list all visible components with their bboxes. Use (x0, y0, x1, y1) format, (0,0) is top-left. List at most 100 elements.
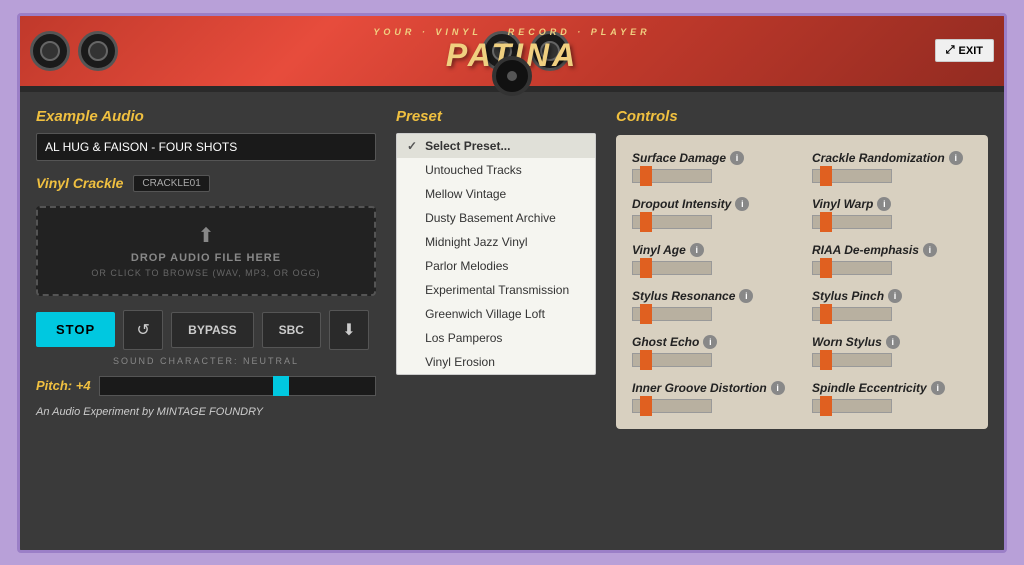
info-icon-0[interactable]: i (730, 151, 744, 165)
upload-icon: ⬆ (198, 223, 215, 248)
main-content: Example Audio AL HUG & FAISON - FOUR SHO… (20, 92, 1004, 550)
control-slider-wrap-2 (632, 215, 792, 229)
left-panel: Example Audio AL HUG & FAISON - FOUR SHO… (36, 108, 376, 534)
preset-item-4[interactable]: ✓Midnight Jazz Vinyl (397, 230, 595, 254)
speaker-1 (30, 31, 70, 71)
stop-button[interactable]: STOP (36, 312, 115, 347)
control-item-3: Vinyl Warp i (812, 197, 972, 229)
control-slider-wrap-8 (632, 353, 792, 367)
control-item-9: Worn Stylus i (812, 335, 972, 367)
control-label-4: Vinyl Age i (632, 243, 792, 257)
control-slider-7[interactable] (812, 307, 892, 321)
control-slider-wrap-6 (632, 307, 792, 321)
control-slider-wrap-1 (812, 169, 972, 183)
control-label-7: Stylus Pinch i (812, 289, 972, 303)
control-item-8: Ghost Echo i (632, 335, 792, 367)
preset-item-7[interactable]: ✓Greenwich Village Loft (397, 302, 595, 326)
app-frame: YOUR · VINYL RECORD · PLAYER PATINA ⤢ EX… (17, 13, 1007, 553)
preset-panel: Preset ✓Select Preset...✓Untouched Track… (396, 108, 596, 534)
pitch-row: Pitch: +4 (36, 376, 376, 396)
info-icon-6[interactable]: i (739, 289, 753, 303)
control-slider-wrap-5 (812, 261, 972, 275)
info-icon-10[interactable]: i (771, 381, 785, 395)
audio-section-title: Example Audio (36, 108, 376, 125)
info-icon-5[interactable]: i (923, 243, 937, 257)
control-label-8: Ghost Echo i (632, 335, 792, 349)
control-label-1: Crackle Randomization i (812, 151, 972, 165)
control-label-6: Stylus Resonance i (632, 289, 792, 303)
preset-item-8[interactable]: ✓Los Pamperos (397, 326, 595, 350)
info-icon-11[interactable]: i (931, 381, 945, 395)
info-icon-8[interactable]: i (703, 335, 717, 349)
control-slider-wrap-7 (812, 307, 972, 321)
control-item-5: RIAA De-emphasis i (812, 243, 972, 275)
download-button[interactable]: ⬇ (329, 310, 369, 350)
exit-label: EXIT (959, 45, 983, 57)
control-item-2: Dropout Intensity i (632, 197, 792, 229)
drop-text-sub: OR CLICK TO BROWSE (WAV, MP3, OR OGG) (91, 268, 320, 278)
control-slider-0[interactable] (632, 169, 712, 183)
controls-grid: Surface Damage i Crackle Randomization i D… (616, 135, 988, 429)
info-icon-9[interactable]: i (886, 335, 900, 349)
control-label-9: Worn Stylus i (812, 335, 972, 349)
control-slider-1[interactable] (812, 169, 892, 183)
pitch-label: Pitch: +4 (36, 378, 91, 393)
info-icon-7[interactable]: i (888, 289, 902, 303)
playback-controls-row: STOP ↺ BYPASS SBC ⬇ (36, 310, 376, 350)
info-icon-4[interactable]: i (690, 243, 704, 257)
controls-panel: Controls Surface Damage i Crackle Randomi… (616, 108, 988, 534)
exit-button[interactable]: ⤢ EXIT (935, 39, 994, 62)
preset-item-2[interactable]: ✓Mellow Vintage (397, 182, 595, 206)
pitch-slider[interactable] (99, 376, 376, 396)
preset-item-3[interactable]: ✓Dusty Basement Archive (397, 206, 595, 230)
control-item-1: Crackle Randomization i (812, 151, 972, 183)
controls-section-title: Controls (616, 108, 988, 125)
crackle-badge: CRACKLE01 (133, 175, 209, 192)
control-slider-3[interactable] (812, 215, 892, 229)
preset-item-1[interactable]: ✓Untouched Tracks (397, 158, 595, 182)
refresh-button[interactable]: ↺ (123, 310, 163, 350)
exit-icon: ⤢ (946, 44, 955, 57)
control-slider-wrap-3 (812, 215, 972, 229)
control-label-5: RIAA De-emphasis i (812, 243, 972, 257)
control-slider-5[interactable] (812, 261, 892, 275)
control-label-3: Vinyl Warp i (812, 197, 972, 211)
control-slider-10[interactable] (632, 399, 712, 413)
audio-select[interactable]: AL HUG & FAISON - FOUR SHOTS (36, 133, 376, 161)
control-slider-8[interactable] (632, 353, 712, 367)
control-slider-2[interactable] (632, 215, 712, 229)
preset-item-6[interactable]: ✓Experimental Transmission (397, 278, 595, 302)
control-slider-9[interactable] (812, 353, 892, 367)
control-slider-6[interactable] (632, 307, 712, 321)
control-slider-wrap-9 (812, 353, 972, 367)
left-speakers (30, 31, 118, 71)
vinyl-crackle-label: Vinyl Crackle (36, 175, 123, 191)
speaker-2 (78, 31, 118, 71)
refresh-icon: ↺ (136, 320, 149, 340)
preset-dropdown: ✓Select Preset...✓Untouched Tracks✓Mello… (396, 133, 596, 375)
control-item-4: Vinyl Age i (632, 243, 792, 275)
info-icon-1[interactable]: i (949, 151, 963, 165)
preset-item-5[interactable]: ✓Parlor Melodies (397, 254, 595, 278)
sbc-button[interactable]: SBC (262, 312, 321, 348)
header-subtitle: YOUR · VINYL RECORD · PLAYER (373, 27, 650, 37)
bypass-button[interactable]: BYPASS (171, 312, 253, 348)
preset-item-9[interactable]: ✓Vinyl Erosion (397, 350, 595, 374)
info-icon-3[interactable]: i (877, 197, 891, 211)
control-slider-11[interactable] (812, 399, 892, 413)
control-label-11: Spindle Eccentricity i (812, 381, 972, 395)
control-slider-4[interactable] (632, 261, 712, 275)
footer-brand: An Audio Experiment by MINTAGE FOUNDRY (36, 406, 376, 418)
control-slider-wrap-10 (632, 399, 792, 413)
sound-character: SOUND CHARACTER: NEUTRAL (36, 356, 376, 366)
control-item-6: Stylus Resonance i (632, 289, 792, 321)
preset-item-0[interactable]: ✓Select Preset... (397, 134, 595, 158)
control-slider-wrap-0 (632, 169, 792, 183)
vinyl-crackle-row: Vinyl Crackle CRACKLE01 (36, 175, 376, 192)
preset-section-title: Preset (396, 108, 596, 125)
control-label-0: Surface Damage i (632, 151, 792, 165)
info-icon-2[interactable]: i (735, 197, 749, 211)
drop-text-main: DROP AUDIO FILE HERE (131, 252, 281, 264)
drop-zone[interactable]: ⬆ DROP AUDIO FILE HERE OR CLICK TO BROWS… (36, 206, 376, 296)
download-icon: ⬇ (342, 320, 355, 340)
